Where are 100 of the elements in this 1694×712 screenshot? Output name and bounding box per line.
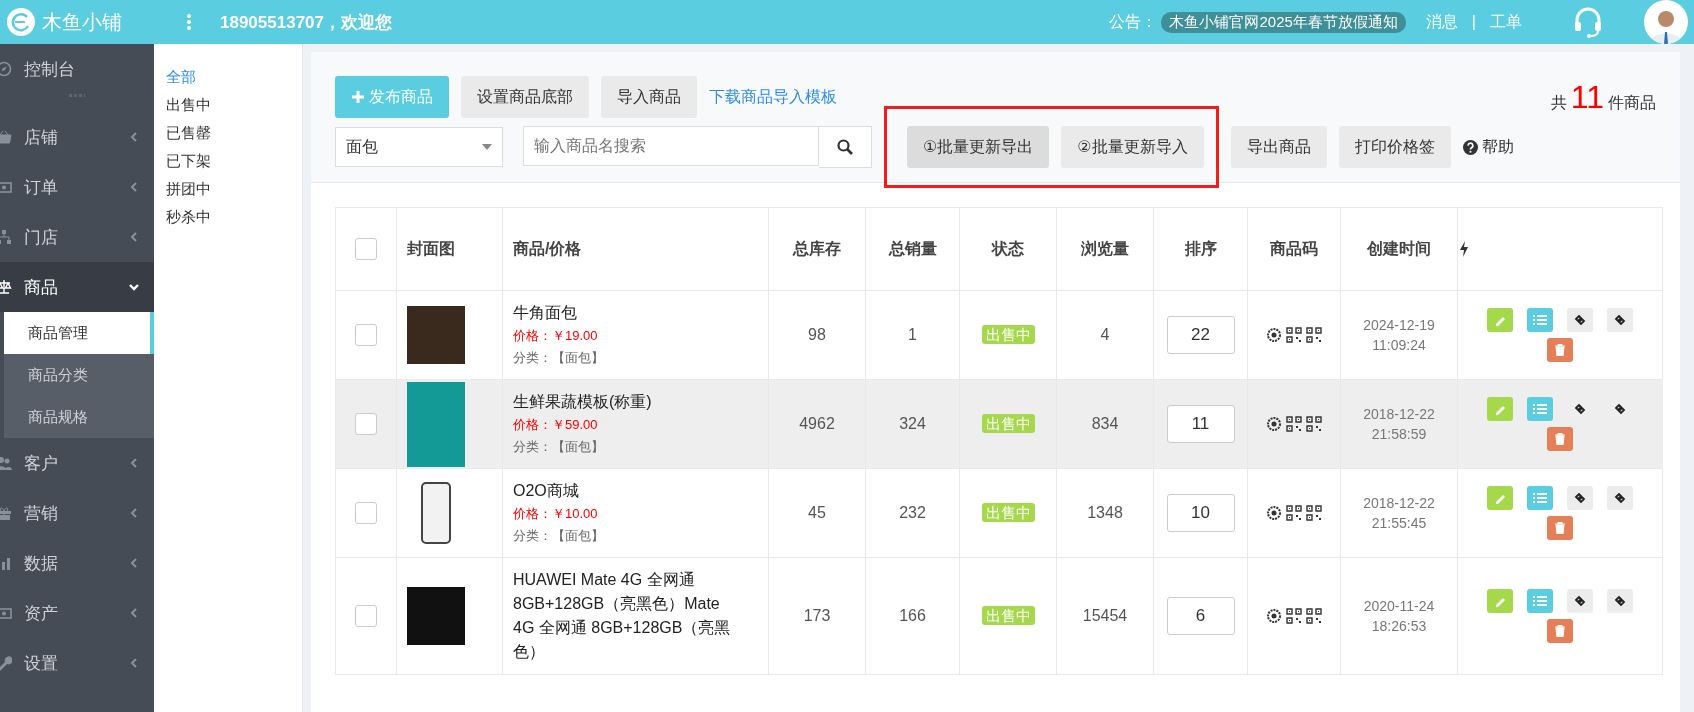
category-filter[interactable]: 已售罄 [166,120,211,146]
category-filter[interactable]: 秒杀中 [166,204,211,230]
sidebar-item[interactable]: 客户 [0,438,154,488]
mini-program-code-icon [1266,327,1282,343]
created-time: 2018-12-22 21:58:59 [1362,405,1436,444]
status-badge: 出售中 [981,324,1035,344]
edit-button[interactable] [1487,486,1513,510]
mini-program-code-icon [1266,608,1282,624]
chevron-left-icon [128,507,140,519]
sidebar-item[interactable]: 订单 [0,162,154,212]
logo-icon [6,7,36,37]
sidebar-item[interactable]: 设置 [0,638,154,688]
row-checkbox[interactable] [355,502,377,524]
list-icon [1533,595,1547,607]
sort-field[interactable]: 10 [1166,494,1235,532]
qr-code-icon [1286,327,1302,343]
category-select[interactable]: 面包 [335,127,503,167]
list-button[interactable] [1527,486,1553,510]
mini-program-code-icon [1266,416,1282,432]
link-button[interactable] [1607,589,1633,613]
list-button[interactable] [1527,589,1553,613]
list-button[interactable] [1527,397,1553,421]
category-filter[interactable]: 全部 [166,64,196,90]
product-category: 分类：【面包】 [513,438,605,456]
table-cell: 1348 [1056,468,1154,558]
column-header: 商品/价格 [502,207,769,291]
list-icon [1533,314,1547,326]
toolbar-button[interactable]: 打印价格签 [1338,126,1451,168]
link-icon [1573,313,1587,327]
sidebar-item[interactable]: 店铺 [0,112,154,162]
delete-button[interactable] [1547,619,1573,643]
sort-field[interactable]: 6 [1166,597,1235,635]
search-button[interactable] [819,126,872,168]
column-header: 总销量 [865,207,960,291]
sidebar-item[interactable]: 门店 [0,212,154,262]
column-header: 排序 [1153,207,1248,291]
batch-update-button[interactable]: ①批量更新导出 [907,126,1050,168]
submenu-item[interactable]: 商品分类 [4,354,154,396]
edit-button[interactable] [1487,589,1513,613]
created-time: 2018-12-22 21:55:45 [1362,494,1436,533]
link-button[interactable] [1567,308,1593,332]
sidebar-item[interactable]: 营销 [0,488,154,538]
help-link[interactable]: 帮助 [1481,136,1514,158]
edit-button[interactable] [1487,397,1513,421]
welcome-text: 18905513707，欢迎您 [220,11,392,34]
product-name[interactable]: 牛角面包 [513,301,743,325]
sort-field[interactable]: 11 [1166,405,1235,443]
created-time: 2020-11-24 18:26:53 [1362,597,1436,636]
notice-link[interactable]: 木鱼小铺官网2025年春节放假通知 [1161,11,1406,33]
delete-button[interactable] [1547,516,1573,540]
qr-code-icon [1306,608,1322,624]
row-checkbox[interactable] [355,605,377,627]
created-time: 2024-12-19 11:09:24 [1362,316,1436,355]
total-suffix: 件商品 [1608,92,1656,113]
chevron-left-icon [128,231,140,243]
batch-update-button[interactable]: ②批量更新导入 [1061,126,1204,168]
search-field[interactable]: 输入商品名搜索 [523,126,819,166]
edit-button[interactable] [1487,308,1513,332]
table-cell: 4 [1056,290,1154,380]
total-prefix: 共 [1550,92,1567,113]
toolbar-button[interactable]: 设置商品底部 [461,76,589,118]
sidebar-item[interactable]: 资产 [0,588,154,638]
pencil-icon [1494,403,1506,415]
caret-icon [482,144,492,150]
submenu-item[interactable]: 商品管理 [4,312,154,354]
delete-button[interactable] [1547,427,1573,451]
headset-icon [1572,6,1604,38]
delete-button[interactable] [1547,338,1573,362]
photo-placeholder [407,306,465,364]
column-header: 状态 [959,207,1057,291]
link-button[interactable] [1607,486,1633,510]
link-button[interactable] [1567,589,1593,613]
select-all-checkbox[interactable] [355,238,377,260]
toolbar-button[interactable]: 导出商品 [1230,126,1327,168]
toolbar-button[interactable]: 导入商品 [601,76,697,118]
category-filter[interactable]: 出售中 [166,92,211,118]
sidebar-item[interactable]: 商品 [0,262,154,312]
separator: | [1471,13,1476,31]
table-cell: 45 [768,468,866,558]
category-filter[interactable]: 已下架 [166,148,211,174]
link-button[interactable] [1607,308,1633,332]
submenu-item[interactable]: 商品规格 [4,396,154,438]
row-checkbox[interactable] [355,413,377,435]
product-name[interactable]: O2O商城 [513,479,743,503]
avatar[interactable] [1644,0,1688,44]
sidebar-item[interactable]: 控制台 [0,44,154,94]
row-checkbox[interactable] [355,324,377,346]
sort-field[interactable]: 22 [1166,316,1235,354]
category-filter[interactable]: 拼团中 [166,176,211,202]
bar-chart-icon [0,555,12,571]
list-icon [1533,492,1547,504]
link-button[interactable] [1567,486,1593,510]
chevron-down-icon [128,281,140,293]
table-cell: 15454 [1056,557,1154,675]
sidebar-item[interactable]: 数据 [0,538,154,588]
product-name[interactable]: 生鲜果蔬模板(称重) [513,390,743,414]
link-icon [1613,402,1627,416]
pencil-icon [1494,492,1506,504]
list-button[interactable] [1527,308,1553,332]
column-header: 商品码 [1247,207,1341,291]
